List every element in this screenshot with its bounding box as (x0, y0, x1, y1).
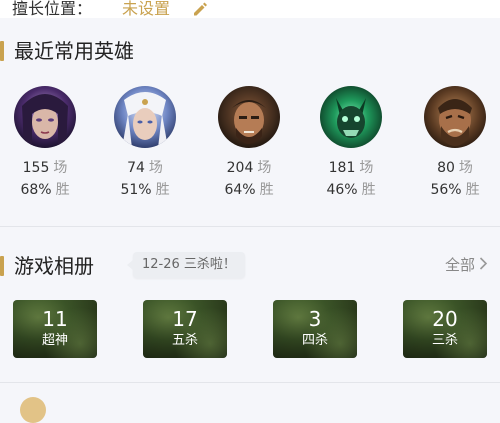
album-thumbnail[interactable]: 11 超神 (13, 300, 97, 358)
section-accent-bar (0, 41, 4, 61)
next-section-icon (20, 397, 46, 423)
section-divider (0, 226, 500, 227)
album-thumbnail[interactable]: 17 五杀 (143, 300, 227, 358)
hero-games: 155 (22, 160, 50, 176)
hero-games-unit: 场 (53, 160, 68, 176)
hero-win-unit: 胜 (155, 182, 170, 198)
hero-win-rate: 56% (430, 182, 462, 198)
album-count: 20 (432, 307, 458, 331)
hero-win-unit: 胜 (259, 182, 274, 198)
album-title: 游戏相册 (14, 254, 94, 278)
hero-games-unit: 场 (458, 160, 473, 176)
hero-avatar[interactable] (14, 86, 76, 148)
hero-games: 80 (437, 160, 455, 176)
hero-win-rate: 64% (224, 182, 256, 198)
hero-avatar[interactable] (114, 86, 176, 148)
album-label: 超神 (41, 333, 68, 348)
hero-games: 74 (127, 160, 145, 176)
album-count: 3 (308, 307, 322, 331)
album-thumbnail[interactable]: 3 四杀 (273, 300, 357, 358)
hero-item[interactable]: 204 场 64% 胜 (209, 86, 289, 201)
pencil-icon[interactable] (192, 1, 208, 17)
hero-item[interactable]: 155 场 68% 胜 (5, 86, 85, 201)
hero-win-unit: 胜 (55, 182, 70, 198)
hero-win-unit: 胜 (465, 182, 480, 198)
hero-games: 181 (328, 160, 356, 176)
hero-win-unit: 胜 (361, 182, 376, 198)
hero-item[interactable]: 181 场 46% 胜 (311, 86, 391, 201)
album-count: 17 (172, 307, 198, 331)
hero-win-rate: 46% (326, 182, 358, 198)
hero-games-unit: 场 (148, 160, 163, 176)
album-label: 五杀 (171, 333, 198, 348)
position-value[interactable]: 未设置 (122, 0, 170, 18)
section-accent-bar (0, 256, 4, 276)
see-all-label: 全部 (444, 256, 475, 274)
hero-item[interactable]: 80 场 56% 胜 (415, 86, 495, 201)
hero-games: 204 (226, 160, 254, 176)
hero-avatar[interactable] (320, 86, 382, 148)
hero-win-rate: 68% (20, 182, 52, 198)
hero-avatar[interactable] (218, 86, 280, 148)
position-label: 擅长位置： (12, 0, 93, 18)
album-label: 四杀 (301, 333, 328, 348)
album-label: 三杀 (431, 333, 458, 348)
hero-games-unit: 场 (257, 160, 272, 176)
recent-heroes-title: 最近常用英雄 (14, 39, 134, 63)
section-divider (0, 382, 500, 383)
hero-item[interactable]: 74 场 51% 胜 (105, 86, 185, 201)
album-count: 11 (42, 307, 68, 331)
album-thumbnail[interactable]: 20 三杀 (403, 300, 487, 358)
hero-win-rate: 51% (120, 182, 152, 198)
album-tooltip: 12-26 三杀啦！ (127, 252, 245, 278)
see-all-link[interactable]: 全部 (445, 254, 488, 276)
hero-games-unit: 场 (359, 160, 374, 176)
hero-avatar[interactable] (424, 86, 486, 148)
chevron-right-icon (479, 254, 488, 276)
